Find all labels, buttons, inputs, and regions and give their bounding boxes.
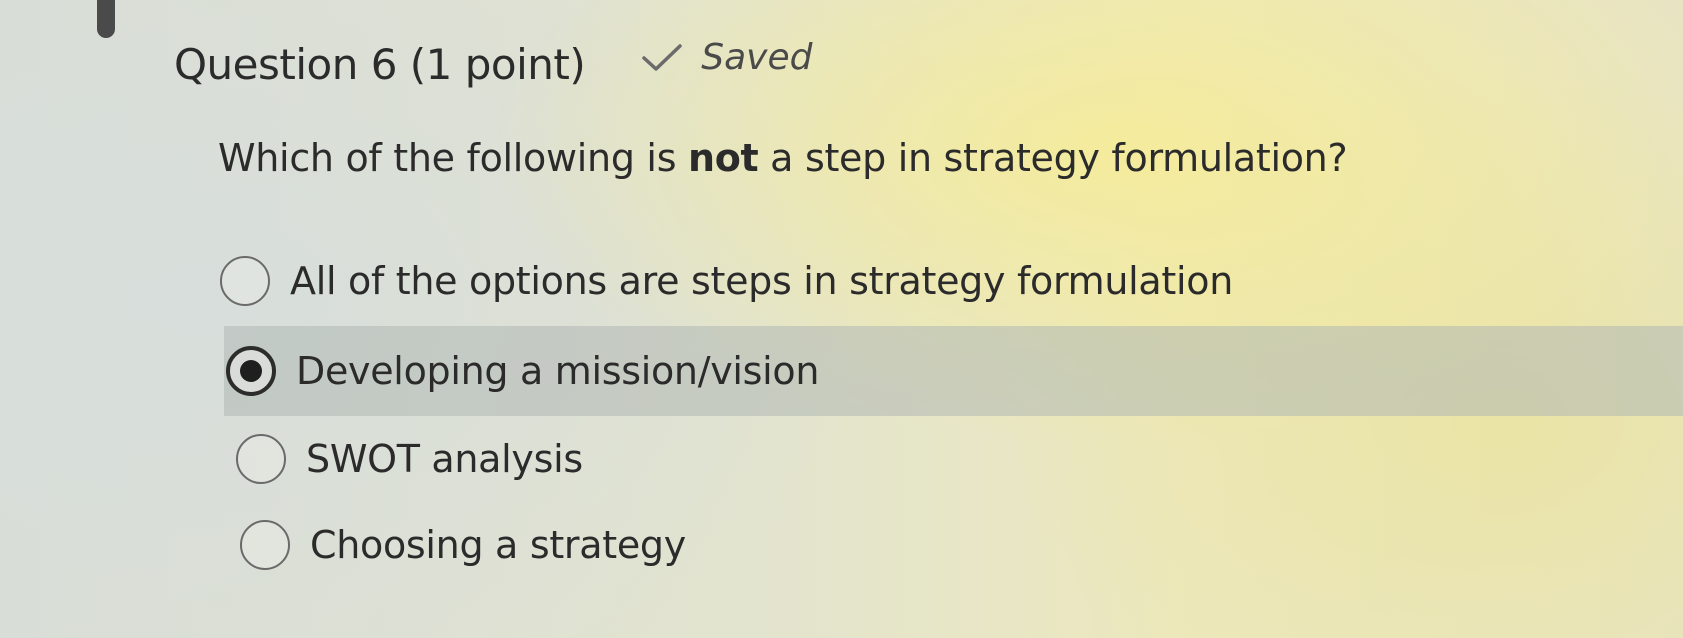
scroll-indicator [97, 0, 115, 38]
answer-option-label[interactable]: All of the options are steps in strategy… [290, 259, 1233, 303]
answer-option-selected[interactable]: Developing a mission/vision [224, 326, 1683, 416]
saved-status: Saved [641, 37, 812, 78]
question-title: Question 6 (1 point) [174, 40, 586, 89]
question-text-start: Which of the following is [218, 136, 688, 180]
question-text-emphasis: not [687, 136, 759, 180]
radio-button-icon[interactable] [220, 256, 270, 306]
question-header: Question 6 (1 point) Saved [174, 37, 812, 89]
question-text: Which of the following is not a step in … [218, 136, 1348, 180]
radio-button-checked-icon[interactable] [226, 346, 276, 396]
answer-option[interactable]: All of the options are steps in strategy… [220, 236, 1233, 326]
saved-label: Saved [701, 37, 813, 78]
answer-option-label[interactable]: Choosing a strategy [310, 523, 686, 567]
answer-option[interactable]: SWOT analysis [220, 414, 583, 504]
radio-button-icon[interactable] [236, 434, 286, 484]
check-icon [642, 43, 682, 71]
answer-option-label[interactable]: Developing a mission/vision [296, 349, 819, 393]
question-text-end: a step in strategy formulation? [758, 136, 1348, 180]
answer-option-label[interactable]: SWOT analysis [306, 437, 583, 481]
radio-button-icon[interactable] [240, 520, 290, 570]
answer-option[interactable]: Choosing a strategy [220, 500, 686, 590]
